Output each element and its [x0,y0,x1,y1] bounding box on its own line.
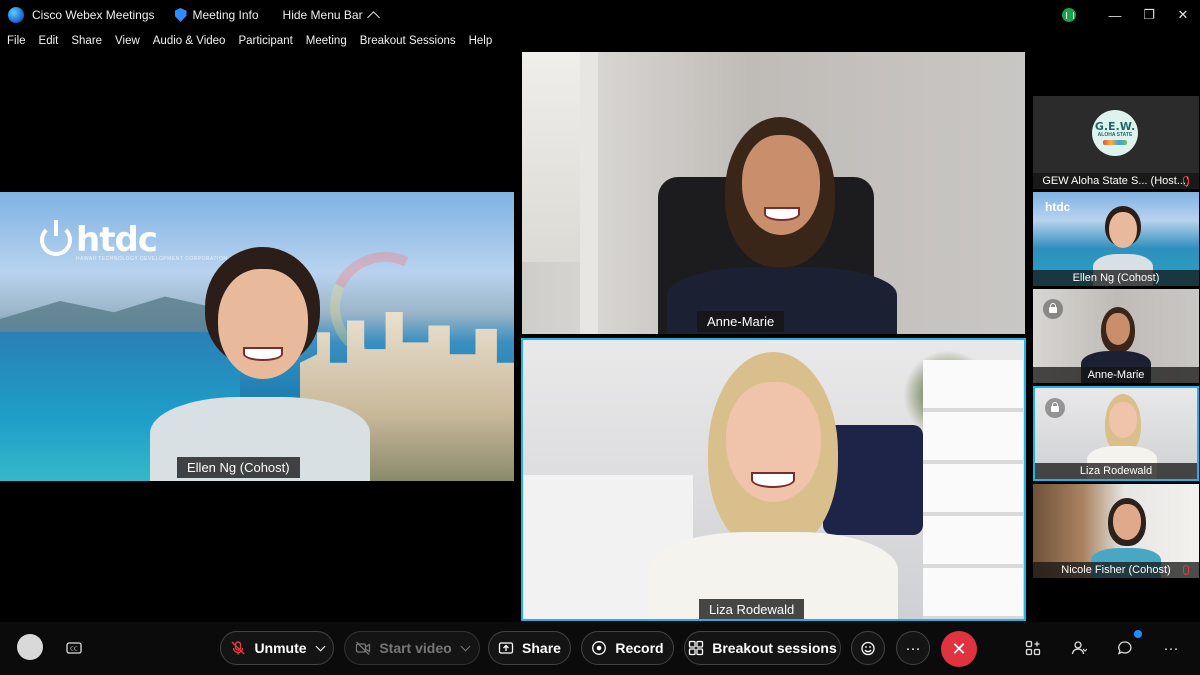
app-title: Cisco Webex Meetings [32,8,155,22]
end-call-button[interactable]: ✕ [941,631,977,667]
thumbnail-liza-rodewald[interactable]: Liza Rodewald [1033,386,1199,481]
chevron-down-icon[interactable] [315,641,326,651]
video-off-icon [356,641,371,655]
menu-share[interactable]: Share [71,35,102,47]
thumbnail-gew-aloha-state[interactable]: G.E.W. ALOHA STATE GEW Aloha State S... … [1033,96,1199,189]
record-icon [592,641,607,655]
closed-captions-icon[interactable]: CC [62,636,86,660]
restore-button[interactable]: ❐ [1132,0,1166,30]
smiley-icon [861,641,875,656]
more-menu-icon[interactable]: ··· [1159,636,1183,660]
htdc-logo-text: htdc [76,220,158,260]
power-icon [40,220,72,256]
meeting-info-button[interactable]: Meeting Info [193,8,259,22]
participant-video-ellen [150,247,370,481]
menu-file[interactable]: File [7,35,26,47]
share-button[interactable]: Share [488,631,571,665]
participant-name-label: Anne-Marie [1033,367,1199,383]
thumbnail-ellen-ng[interactable]: htdc Ellen Ng (Cohost) [1033,192,1199,286]
control-bar: CC Unmute Start video Share Record Break… [0,622,1200,675]
unmute-button[interactable]: Unmute [220,631,334,665]
thumbnail-anne-marie[interactable]: Anne-Marie [1033,289,1199,383]
thumbnail-nicole-fisher[interactable]: Nicole Fisher (Cohost) [1033,484,1199,578]
close-button[interactable]: ✕ [1166,0,1200,30]
unmute-label: Unmute [254,640,307,656]
background-wall [580,52,598,334]
menu-edit[interactable]: Edit [39,35,59,47]
video-tile-ellen[interactable]: htdc HAWAII TECHNOLOGY DEVELOPMENT CORPO… [0,192,514,481]
start-video-label: Start video [379,640,452,656]
menu-participant[interactable]: Participant [238,35,292,47]
mic-muted-icon [1183,176,1189,186]
gew-logo-mark [1103,140,1127,145]
htdc-logo: htdc [40,220,158,260]
menu-view[interactable]: View [115,35,140,47]
start-video-button[interactable]: Start video [344,631,480,665]
gew-badge-subtitle: ALOHA STATE [1097,132,1133,138]
record-button[interactable]: Record [581,631,674,665]
breakout-sessions-label: Breakout sessions [712,640,837,656]
menu-help[interactable]: Help [469,35,493,47]
lock-icon [1043,299,1063,319]
chevron-up-icon[interactable] [366,11,380,24]
participant-video-anne-marie [647,117,907,334]
participant-name-label: Anne-Marie [697,311,785,332]
mic-muted-icon [231,641,245,655]
gew-avatar: G.E.W. ALOHA STATE [1092,110,1138,156]
gew-badge-title: G.E.W. [1094,120,1136,133]
apps-icon[interactable] [1021,636,1045,660]
menu-bar: File Edit Share View Audio & Video Parti… [0,30,1200,52]
share-icon [498,642,514,654]
mic-muted-icon [1183,565,1189,575]
participants-icon[interactable] [1067,636,1091,660]
record-label: Record [615,640,664,656]
chat-icon[interactable] [1113,636,1137,660]
participant-name-label: Ellen Ng (Cohost) [177,457,300,478]
svg-text:CC: CC [70,647,78,653]
background-window [522,52,580,262]
shield-icon[interactable] [174,8,187,22]
participant-name-label: Nicole Fisher (Cohost) [1033,562,1199,578]
breakout-icon [689,640,704,656]
assistant-icon[interactable] [17,634,43,660]
menu-meeting[interactable]: Meeting [306,35,347,47]
menu-breakout-sessions[interactable]: Breakout Sessions [360,35,456,47]
video-tile-anne-marie[interactable]: Anne-Marie [522,52,1025,334]
lock-icon [1045,398,1065,418]
webex-logo-icon [8,7,24,23]
background-shelf [923,360,1023,619]
chat-notification-badge [1134,630,1142,638]
participant-name-label: Liza Rodewald [699,599,805,619]
participant-name-label: Ellen Ng (Cohost) [1033,270,1199,286]
participant-name-label: Liza Rodewald [1035,463,1197,479]
network-health-icon[interactable] [1062,8,1076,22]
minimize-button[interactable]: — [1098,0,1132,30]
video-tile-liza-rodewald[interactable]: Liza Rodewald [521,338,1026,621]
participant-video-liza-rodewald [638,352,908,619]
menu-audio-video[interactable]: Audio & Video [153,35,226,47]
share-label: Share [522,640,561,656]
reactions-button[interactable] [851,631,885,665]
breakout-sessions-button[interactable]: Breakout sessions [684,631,841,665]
more-options-button[interactable]: ··· [896,631,930,665]
hide-menu-bar-button[interactable]: Hide Menu Bar [283,8,363,22]
chevron-down-icon[interactable] [460,641,471,651]
htdc-logo-text: htdc [1045,200,1071,214]
participant-name-label: GEW Aloha State S... (Host...) [1033,173,1199,189]
title-bar: Cisco Webex Meetings Meeting Info Hide M… [0,0,1200,30]
